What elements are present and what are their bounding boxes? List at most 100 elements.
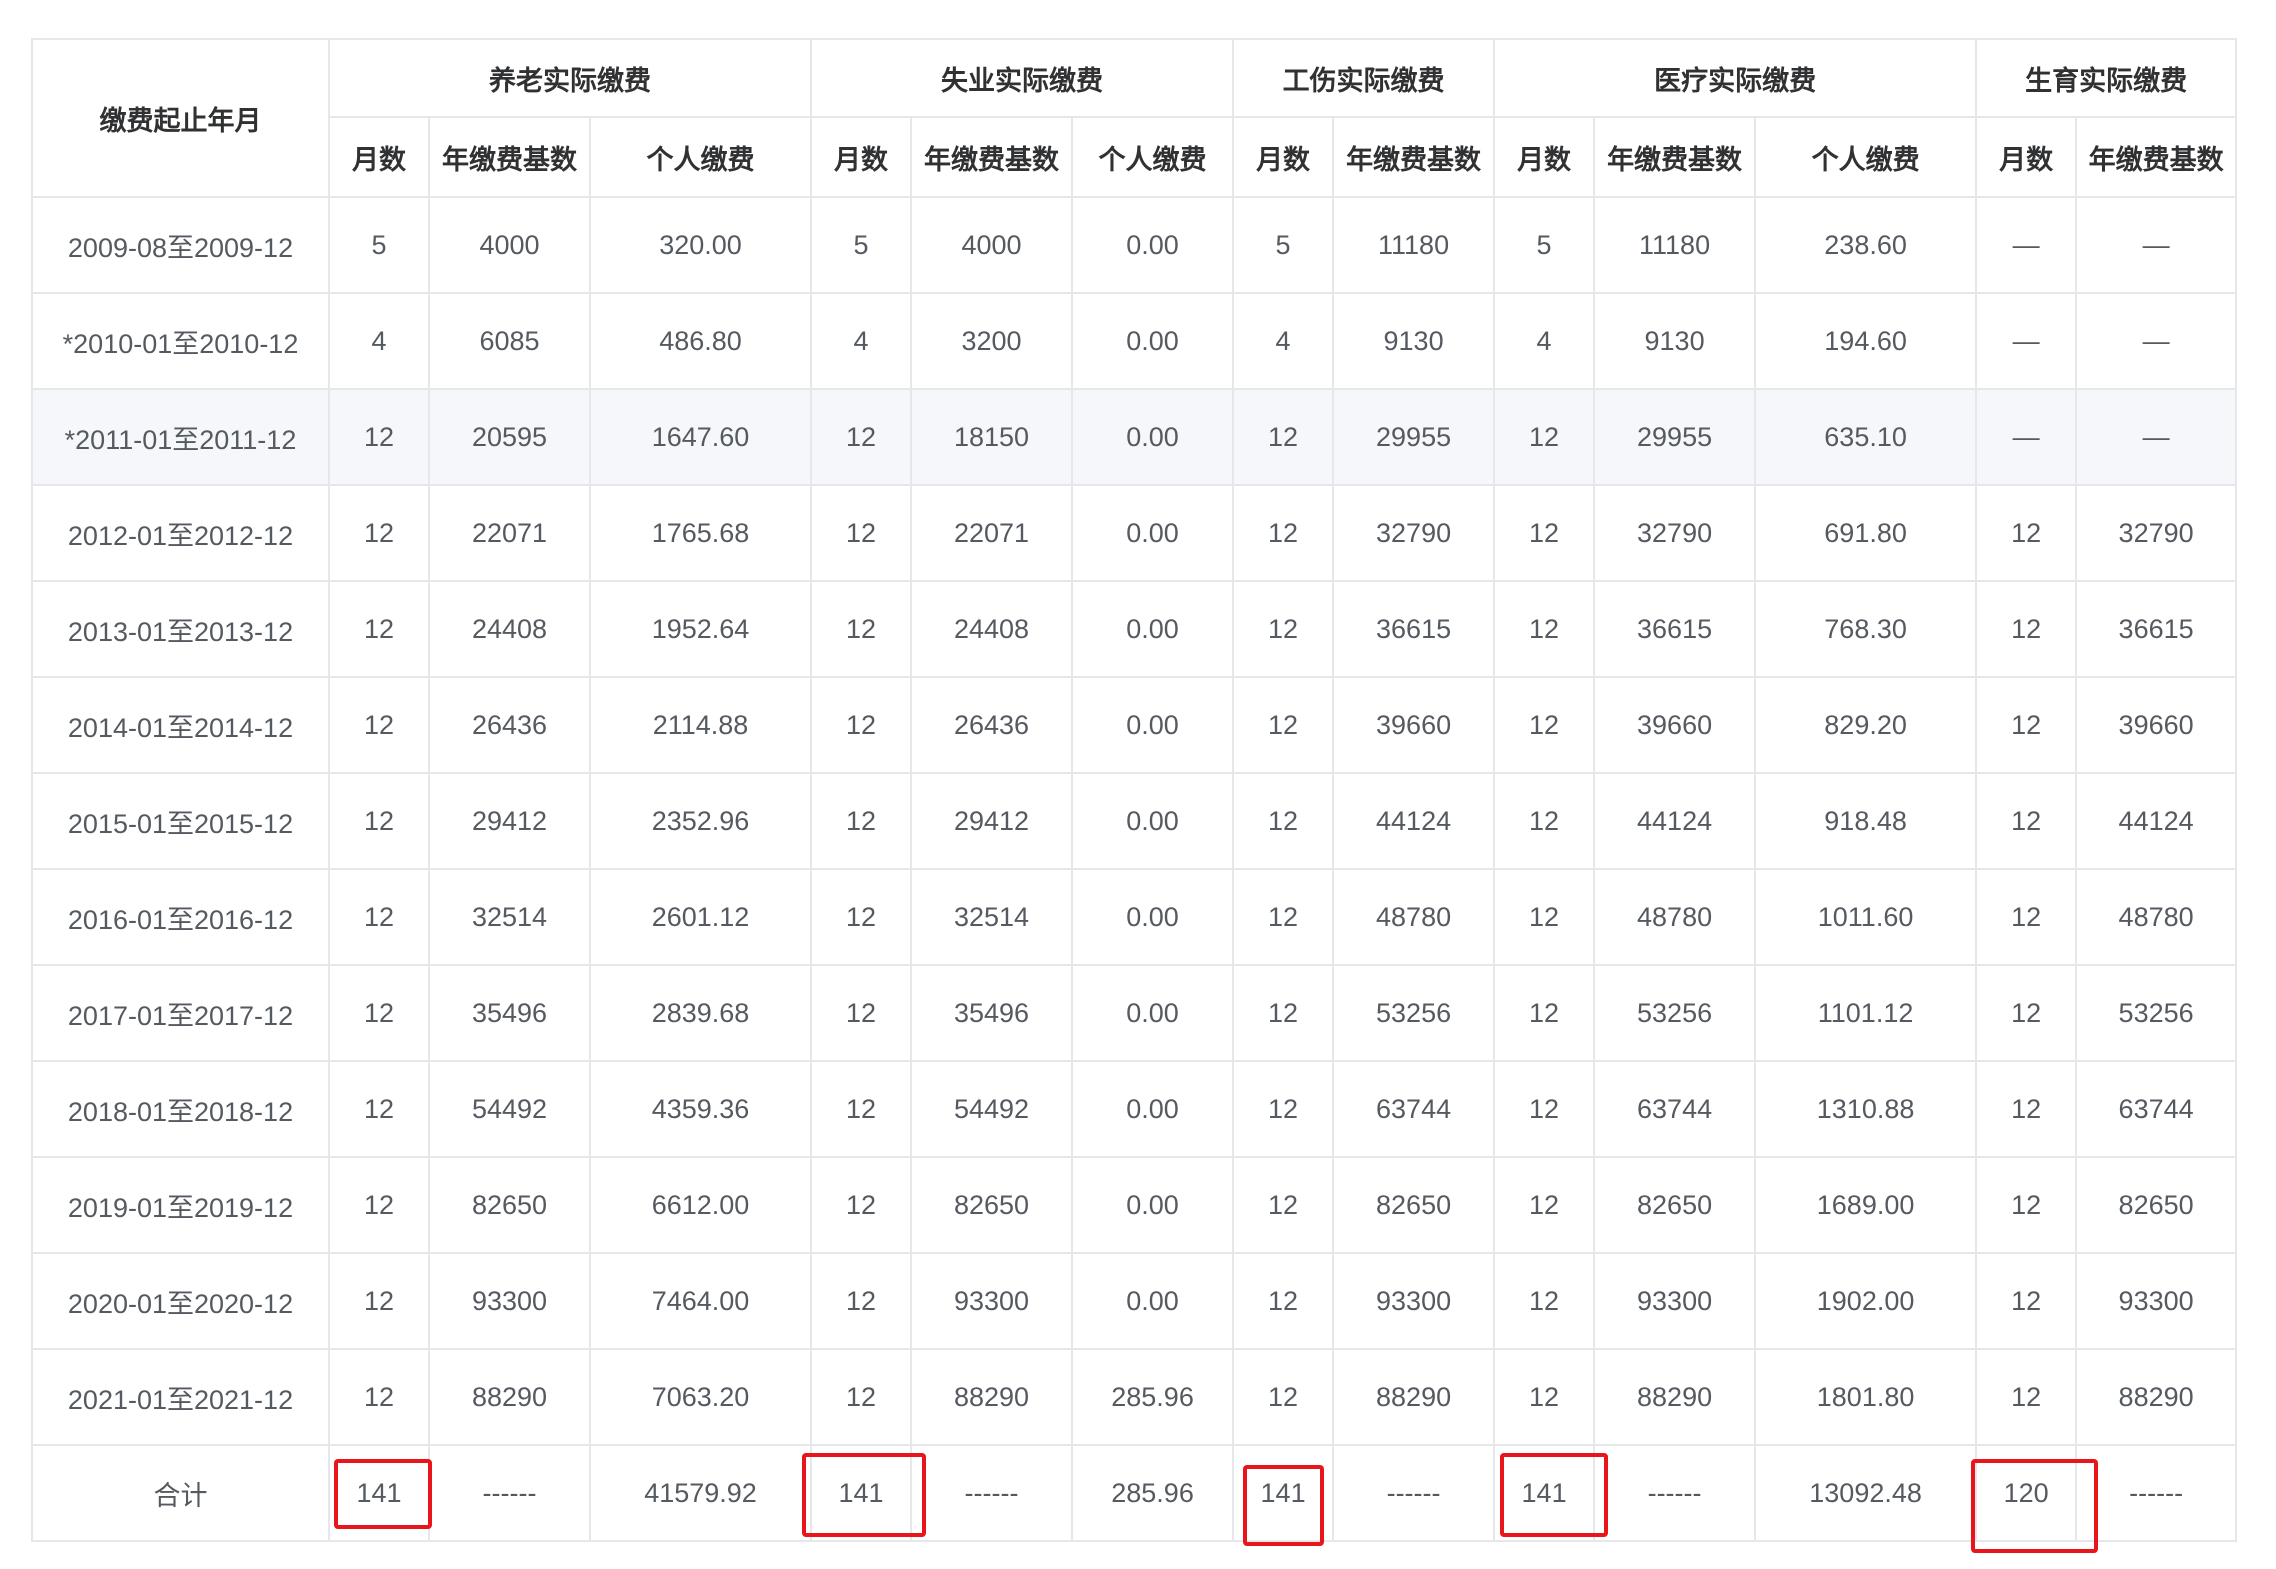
table-cell: 12 [328, 1156, 430, 1254]
table-cell: 12 [810, 484, 913, 582]
table-cell: 1101.12 [1754, 964, 1978, 1062]
table-row: *2010-01至2010-12 4 6085 486.80 4 3200 0.00 4 913… [31, 292, 2238, 390]
table-cell: 12 [1232, 484, 1335, 582]
table-cell: 88290 [2075, 1348, 2238, 1446]
subheader-annual-base: 年缴费基数 [2075, 116, 2238, 198]
table-cell: 120 [1975, 1444, 2078, 1542]
table-cell: — [1975, 196, 2078, 294]
total-row: 合计 141 ------ 41579.92 141 ------ 285.96 141 ---… [31, 1444, 2238, 1542]
table-cell: 12 [1493, 580, 1596, 678]
table-cell: 1011.60 [1754, 868, 1978, 966]
table-cell: 0.00 [1071, 964, 1235, 1062]
table-cell: 53256 [1593, 964, 1757, 1062]
table-cell: 194.60 [1754, 292, 1978, 390]
table-cell: 320.00 [588, 196, 813, 294]
table-cell: 918.48 [1754, 772, 1978, 870]
table-row: 2015-01至2015-12 12 29412 2352.96 12 29412 0.00… [31, 772, 2238, 870]
table-cell: 63744 [2075, 1060, 2238, 1158]
table-body: 2009-08至2009-12 5 4000 320.00 5 4000 0.00 5 1118… [31, 196, 2238, 1542]
table-cell: 24408 [428, 580, 591, 678]
table-cell: 12 [1232, 1156, 1335, 1254]
table-cell: 12 [1975, 580, 2078, 678]
table-cell: 1765.68 [588, 484, 813, 582]
table-cell: 829.20 [1754, 676, 1978, 774]
table-cell: 12 [810, 868, 913, 966]
table-cell: 9130 [1332, 292, 1496, 390]
table-cell: — [1975, 292, 2078, 390]
table-cell: ------ [2075, 1444, 2238, 1542]
period-cell: 2018-01至2018-12 [31, 1060, 330, 1158]
table-cell: 12 [328, 964, 430, 1062]
period-cell: 2016-01至2016-12 [31, 868, 330, 966]
table-cell: 12 [1232, 580, 1335, 678]
subheader-months: 月数 [1975, 116, 2078, 198]
table-cell: 48780 [2075, 868, 2238, 966]
subheader-months: 月数 [1493, 116, 1596, 198]
table-cell: 88290 [428, 1348, 591, 1446]
period-cell: 2017-01至2017-12 [31, 964, 330, 1062]
table-cell: 6612.00 [588, 1156, 813, 1254]
table-cell: 12 [1493, 388, 1596, 486]
table-cell: 4359.36 [588, 1060, 813, 1158]
table-cell: 32790 [1593, 484, 1757, 582]
table-cell: 11180 [1332, 196, 1496, 294]
table-cell: 63744 [1593, 1060, 1757, 1158]
table-row: 2012-01至2012-12 12 22071 1765.68 12 22071 0.00… [31, 484, 2238, 582]
table-cell: 32790 [1332, 484, 1496, 582]
table-cell: 12 [1232, 868, 1335, 966]
table-cell: 53256 [1332, 964, 1496, 1062]
table-row: 2018-01至2018-12 12 54492 4359.36 12 54492 0.00… [31, 1060, 2238, 1158]
subheader-personal-payment: 个人缴费 [1071, 116, 1235, 198]
table-row: *2011-01至2011-12 12 20595 1647.60 12 18150 0.0… [31, 388, 2238, 486]
period-cell: 2021-01至2021-12 [31, 1348, 330, 1446]
table-cell: 12 [328, 580, 430, 678]
table-cell: 63744 [1332, 1060, 1496, 1158]
table-cell: 486.80 [588, 292, 813, 390]
table-cell: 12 [1232, 1252, 1335, 1350]
period-cell: 2013-01至2013-12 [31, 580, 330, 678]
table-cell: 2114.88 [588, 676, 813, 774]
table-cell: 20595 [428, 388, 591, 486]
table-cell: 18150 [910, 388, 1074, 486]
table-cell: 12 [328, 676, 430, 774]
table-cell: — [2075, 292, 2238, 390]
table-cell: 88290 [1593, 1348, 1757, 1446]
table-cell: 39660 [1332, 676, 1496, 774]
period-header: 缴费起止年月 [31, 38, 330, 198]
group-header-unemployment: 失业实际缴费 [810, 38, 1235, 118]
table-cell: 12 [1232, 1060, 1335, 1158]
table-cell: 141 [1232, 1444, 1335, 1542]
table-cell: 12 [328, 1060, 430, 1158]
total-label-cell: 合计 [31, 1444, 330, 1542]
table-cell: 141 [1493, 1444, 1596, 1542]
table-cell: 691.80 [1754, 484, 1978, 582]
table-cell: 12 [1493, 484, 1596, 582]
table-cell: 5 [328, 196, 430, 294]
table-cell: 12 [1493, 1060, 1596, 1158]
group-header-medical: 医疗实际缴费 [1493, 38, 1978, 118]
table-cell: 0.00 [1071, 772, 1235, 870]
table-cell: 54492 [910, 1060, 1074, 1158]
table-cell: 4 [1232, 292, 1335, 390]
table-cell: 36615 [1593, 580, 1757, 678]
period-cell: 2009-08至2009-12 [31, 196, 330, 294]
table-cell: 26436 [428, 676, 591, 774]
table-cell: 12 [1493, 676, 1596, 774]
table-cell: 141 [328, 1444, 430, 1542]
table-cell: 82650 [910, 1156, 1074, 1254]
table-cell: 12 [810, 1060, 913, 1158]
table-cell: 36615 [2075, 580, 2238, 678]
table-cell: 11180 [1593, 196, 1757, 294]
table-cell: 7063.20 [588, 1348, 813, 1446]
table-row: 2016-01至2016-12 12 32514 2601.12 12 32514 0.00… [31, 868, 2238, 966]
table-cell: 2601.12 [588, 868, 813, 966]
table-cell: 32514 [910, 868, 1074, 966]
subheader-months: 月数 [328, 116, 430, 198]
header-row-subcolumns: 月数 年缴费基数 个人缴费 月数 年缴费基数 个人缴费 月数 年缴费基数 月数 … [32, 116, 2238, 198]
table-cell: 12 [1975, 964, 2078, 1062]
table-cell: 12 [1493, 1348, 1596, 1446]
table-cell: 12 [810, 1348, 913, 1446]
table-cell: 12 [1232, 964, 1335, 1062]
table-cell: 44124 [2075, 772, 2238, 870]
table-row: 2020-01至2020-12 12 93300 7464.00 12 93300 0.00… [31, 1252, 2238, 1350]
